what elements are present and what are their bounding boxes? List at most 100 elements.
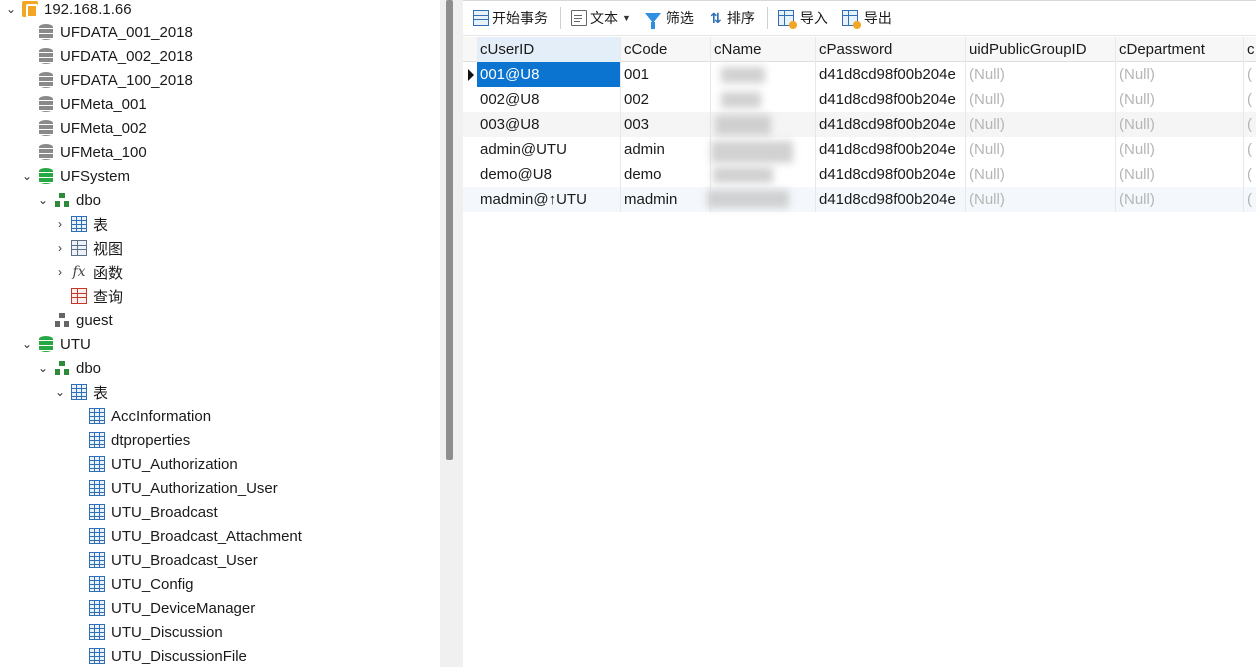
tree-folder-queries[interactable]: 查询 [71,284,123,308]
grid-cell[interactable]: 001 [621,62,711,87]
tree-schema-guest[interactable]: guest [54,308,113,332]
grid-cell[interactable]: d41d8cd98f00b204e [816,137,966,162]
tree-db-ufdata-002[interactable]: UFDATA_002_2018 [38,44,193,68]
tree-db-ufsystem[interactable]: ⌄ UFSystem [20,164,130,188]
table-row[interactable]: 001@U8 001 d41d8cd98f00b204e (Null) (Nul… [463,62,1256,87]
grid-cell[interactable]: (Null) [966,187,1116,212]
grid-cell[interactable]: admin@UTU [477,137,621,162]
column-header-ccode[interactable]: cCode [621,37,711,62]
grid-cell[interactable]: (Null) [966,112,1116,137]
grid-cell[interactable]: 003@U8 [477,112,621,137]
grid-cell[interactable]: d41d8cd98f00b204e [816,87,966,112]
grid-cell[interactable]: d41d8cd98f00b204e [816,112,966,137]
tree-db-ufdata-100[interactable]: UFDATA_100_2018 [38,68,193,92]
column-header-cname[interactable]: cName [711,37,816,62]
tree-table[interactable]: UTU_Broadcast_Attachment [89,524,302,548]
chevron-right-icon[interactable]: › [53,241,67,255]
tree-table[interactable]: AccInformation [89,404,211,428]
grid-cell[interactable]: (Null) [1116,187,1244,212]
table-icon [89,552,105,568]
tree-table[interactable]: UTU_Broadcast_User [89,548,258,572]
tree-scrollbar-thumb[interactable] [446,0,453,460]
pane-splitter[interactable] [440,0,463,667]
tree-folder-tables[interactable]: › 表 [53,212,108,236]
table-icon [71,384,87,400]
grid-cell[interactable]: ( [1244,87,1256,112]
grid-cell[interactable]: ( [1244,112,1256,137]
grid-cell[interactable]: (Null) [966,137,1116,162]
tree-db-ufmeta-100[interactable]: UFMeta_100 [38,140,147,164]
tree-schema-dbo[interactable]: ⌄ dbo [36,188,101,212]
grid-cell[interactable]: 003 [621,112,711,137]
sort-button[interactable]: ⇅ 排序 [704,5,759,31]
chevron-down-icon[interactable]: ⌄ [36,193,50,207]
grid-cell[interactable]: (Null) [1116,62,1244,87]
chevron-down-icon[interactable]: ⌄ [4,2,18,16]
table-row[interactable]: 002@U8 002 d41d8cd98f00b204e (Null) (Nul… [463,87,1256,112]
column-header-cuserid[interactable]: cUserID [477,37,621,62]
grid-cell[interactable]: 002 [621,87,711,112]
column-header-cpassword[interactable]: cPassword [816,37,966,62]
grid-cell[interactable]: 002@U8 [477,87,621,112]
grid-cell[interactable]: demo [621,162,711,187]
import-button[interactable]: 导入 [774,5,832,31]
database-icon [38,24,54,40]
tree-db-ufdata-001[interactable]: UFDATA_001_2018 [38,20,193,44]
chevron-right-icon[interactable]: › [53,265,67,279]
tree-table[interactable]: UTU_DiscussionFile [89,644,247,667]
chevron-down-icon[interactable]: ⌄ [53,385,67,399]
column-header-next[interactable]: c [1244,37,1256,62]
column-header-uidpublicgroupid[interactable]: uidPublicGroupID [966,37,1116,62]
button-label: 排序 [726,9,755,26]
grid-cell[interactable]: demo@U8 [477,162,621,187]
begin-transaction-button[interactable]: 开始事务 [469,5,552,31]
tree-folder-tables[interactable]: ⌄ 表 [53,380,108,404]
chevron-down-icon[interactable]: ⌄ [36,361,50,375]
grid-cell[interactable]: (Null) [966,62,1116,87]
table-row[interactable]: 003@U8 003 d41d8cd98f00b204e (Null) (Nul… [463,112,1256,137]
tree-folder-functions[interactable]: › fx 函数 [53,260,123,284]
table-icon [89,648,105,664]
grid-cell[interactable]: admin [621,137,711,162]
grid-cell[interactable]: (Null) [1116,87,1244,112]
chevron-right-icon[interactable]: › [53,217,67,231]
grid-cell[interactable]: d41d8cd98f00b204e [816,162,966,187]
dropdown-caret-icon[interactable]: ▼ [622,13,631,23]
tree-table[interactable]: dtproperties [89,428,190,452]
chevron-down-icon[interactable]: ⌄ [20,169,34,183]
tree-db-utu[interactable]: ⌄ UTU [20,332,91,356]
grid-cell[interactable]: madmin@↑UTU [477,187,621,212]
filter-button[interactable]: 筛选 [641,5,698,31]
tree-table[interactable]: UTU_Broadcast [89,500,218,524]
text-view-button[interactable]: 文本 ▼ [567,5,635,31]
table-row[interactable]: demo@U8 demo d41d8cd98f00b204e (Null) (N… [463,162,1256,187]
grid-cell[interactable]: (Null) [1116,137,1244,162]
grid-cell[interactable]: (Null) [966,87,1116,112]
grid-cell[interactable]: ( [1244,62,1256,87]
tree-db-ufmeta-001[interactable]: UFMeta_001 [38,92,147,116]
grid-cell[interactable]: ( [1244,187,1256,212]
tree-table[interactable]: UTU_Discussion [89,620,223,644]
table-row[interactable]: admin@UTU admin d41d8cd98f00b204e (Null)… [463,137,1256,162]
grid-cell[interactable]: (Null) [1116,162,1244,187]
grid-cell[interactable]: 001@U8 [477,62,621,87]
grid-cell[interactable]: (Null) [966,162,1116,187]
grid-cell[interactable]: ( [1244,137,1256,162]
tree-table[interactable]: UTU_Authorization [89,452,238,476]
table-row[interactable]: madmin@↑UTU madmin d41d8cd98f00b204e (Nu… [463,187,1256,212]
tree-folder-views[interactable]: › 视图 [53,236,123,260]
chevron-down-icon[interactable]: ⌄ [20,337,34,351]
tree-table[interactable]: UTU_DeviceManager [89,596,255,620]
tree-table[interactable]: UTU_Authorization_User [89,476,278,500]
grid-cell[interactable]: ( [1244,162,1256,187]
tree-table[interactable]: UTU_Config [89,572,194,596]
grid-cell[interactable]: d41d8cd98f00b204e [816,62,966,87]
grid-cell[interactable]: d41d8cd98f00b204e [816,187,966,212]
grid-cell[interactable]: madmin [621,187,711,212]
column-header-cdepartment[interactable]: cDepartment [1116,37,1244,62]
tree-db-ufmeta-002[interactable]: UFMeta_002 [38,116,147,140]
export-button[interactable]: 导出 [838,5,896,31]
tree-server[interactable]: ⌄ 192.168.1.66 [4,0,132,21]
grid-cell[interactable]: (Null) [1116,112,1244,137]
tree-schema-dbo[interactable]: ⌄ dbo [36,356,101,380]
